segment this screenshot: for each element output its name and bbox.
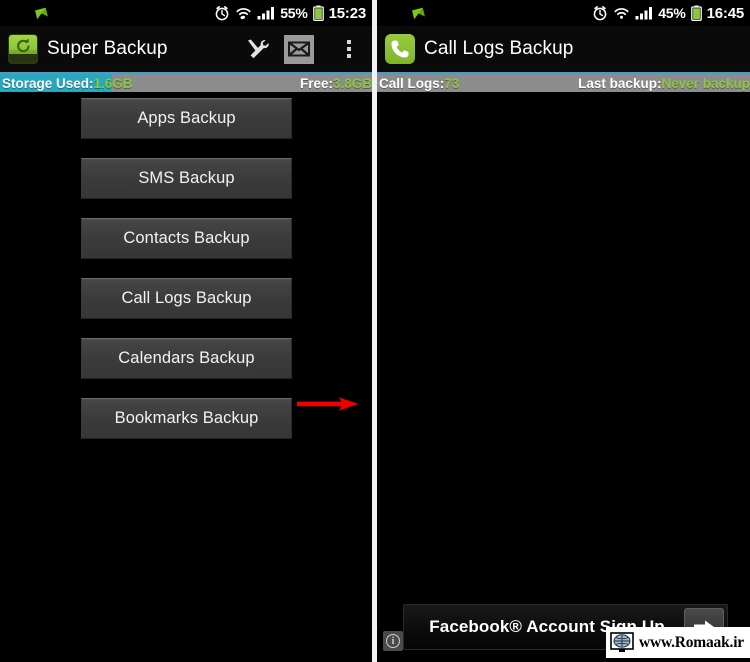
last-backup-value: Never backup bbox=[661, 75, 750, 91]
page-title: Call Logs Backup bbox=[424, 38, 574, 59]
last-backup-text: Last backup:Never backup bbox=[578, 76, 750, 91]
notification-triangle-icon bbox=[412, 7, 425, 19]
right-status-icons: 45% 16:45 bbox=[592, 5, 744, 22]
status-clock-label: 15:23 bbox=[328, 4, 367, 22]
left-phone-screenshot: 55% 15:23 Super Backup Storage Used:1.6G… bbox=[0, 0, 372, 662]
page-title: Super Backup bbox=[47, 38, 168, 59]
right-action-bar: Call Logs Backup bbox=[377, 26, 750, 72]
super-backup-app-icon[interactable] bbox=[8, 34, 38, 64]
battery-percent-label: 55% bbox=[280, 5, 308, 21]
wifi-icon bbox=[613, 6, 630, 20]
battery-icon bbox=[312, 5, 324, 21]
apps-backup-button[interactable]: Apps Backup bbox=[81, 98, 292, 139]
call-logs-phone-icon[interactable] bbox=[385, 34, 415, 64]
status-clock-label: 16:45 bbox=[706, 4, 745, 22]
sms-backup-button[interactable]: SMS Backup bbox=[81, 158, 292, 199]
website-globe-icon bbox=[610, 631, 634, 654]
left-main-content: Apps Backup SMS Backup Contacts Backup C… bbox=[0, 92, 372, 662]
storage-free-text: Free:3.8GB bbox=[300, 76, 372, 91]
wrench-tools-icon[interactable] bbox=[234, 27, 280, 71]
storage-free-label: Free: bbox=[299, 75, 333, 91]
right-status-notifications bbox=[385, 7, 592, 19]
wifi-icon bbox=[235, 6, 252, 20]
call-logs-value: 73 bbox=[444, 75, 460, 91]
notification-triangle-icon bbox=[35, 7, 48, 19]
right-status-bar: 45% 16:45 bbox=[377, 0, 750, 26]
storage-free-value: 3.8GB bbox=[332, 75, 372, 91]
contacts-backup-button[interactable]: Contacts Backup bbox=[81, 218, 292, 259]
screenshot-root: 55% 15:23 Super Backup Storage Used:1.6G… bbox=[0, 0, 750, 662]
alarm-clock-icon bbox=[214, 5, 230, 21]
backup-menu-list: Apps Backup SMS Backup Contacts Backup C… bbox=[81, 98, 292, 458]
right-main-content: Backup Restore View Backups Send To Emai… bbox=[377, 92, 750, 662]
storage-used-text: Storage Used:1.6GB bbox=[0, 76, 133, 91]
red-annotation-arrow-icon bbox=[297, 397, 359, 411]
battery-percent-label: 45% bbox=[658, 5, 686, 21]
ad-info-icon[interactable]: i bbox=[383, 631, 403, 651]
call-logs-backup-button[interactable]: Call Logs Backup bbox=[81, 278, 292, 319]
signal-bars-icon bbox=[257, 6, 275, 20]
left-status-notifications bbox=[8, 7, 214, 19]
storage-used-label: Storage Used: bbox=[2, 75, 94, 91]
left-status-bar: 55% 15:23 bbox=[0, 0, 372, 26]
overflow-menu-icon[interactable] bbox=[326, 27, 372, 71]
site-watermark: www.Romaak.ir bbox=[605, 627, 750, 658]
left-storage-strip: Storage Used:1.6GB Free:3.8GB bbox=[0, 72, 372, 92]
envelope-icon[interactable] bbox=[284, 34, 314, 64]
left-action-bar: Super Backup bbox=[0, 26, 372, 72]
calendars-backup-button[interactable]: Calendars Backup bbox=[81, 338, 292, 379]
signal-bars-icon bbox=[635, 6, 653, 20]
alarm-clock-icon bbox=[592, 5, 608, 21]
left-action-buttons bbox=[234, 27, 372, 71]
call-logs-label: Call Logs: bbox=[379, 75, 445, 91]
storage-used-value: 1.6GB bbox=[93, 75, 133, 91]
right-call-logs-strip: Call Logs:73 Last backup:Never backup bbox=[377, 72, 750, 92]
battery-icon bbox=[690, 5, 702, 21]
call-logs-count-text: Call Logs:73 bbox=[377, 76, 459, 91]
right-phone-screenshot: 45% 16:45 Call Logs Backup Call Logs:73 … bbox=[377, 0, 750, 662]
last-backup-label: Last backup: bbox=[578, 75, 662, 91]
left-status-icons: 55% 15:23 bbox=[214, 5, 366, 22]
watermark-label: www.Romaak.ir bbox=[638, 633, 744, 651]
bookmarks-backup-button[interactable]: Bookmarks Backup bbox=[81, 398, 292, 439]
